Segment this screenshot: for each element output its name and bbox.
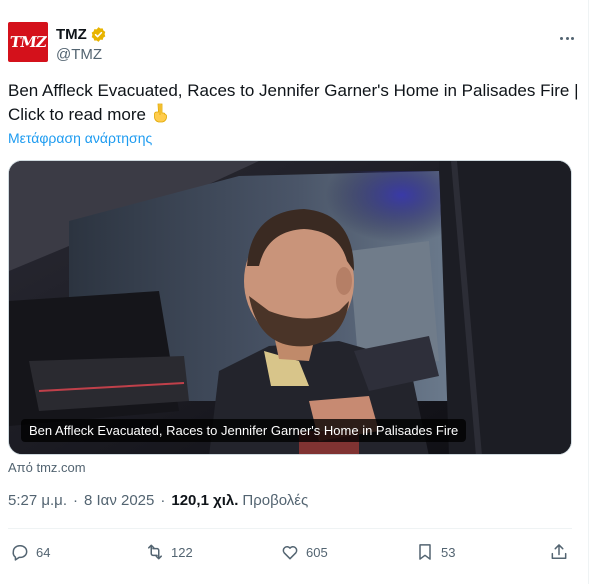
user-handle[interactable]: @TMZ — [56, 46, 107, 63]
tweet-header: TMZ TMZ @TMZ — [8, 22, 578, 68]
tweet-time[interactable]: 5:27 μ.μ. — [8, 492, 67, 509]
views-label: Προβολές — [242, 492, 309, 509]
meta-separator: · — [160, 492, 166, 509]
photo-image — [9, 161, 571, 454]
reply-icon — [12, 545, 28, 561]
like-button[interactable]: 605 — [280, 538, 328, 566]
translate-link[interactable]: Μετάφραση ανάρτησης — [8, 130, 152, 146]
heart-icon — [282, 546, 298, 560]
tweet-date[interactable]: 8 Ιαν 2025 — [84, 492, 154, 509]
column-border — [588, 0, 589, 584]
tmz-logo: TMZ — [8, 33, 48, 51]
repost-count: 122 — [171, 544, 193, 560]
share-button[interactable] — [549, 538, 569, 566]
link-source[interactable]: Από tmz.com — [8, 460, 86, 475]
display-name[interactable]: TMZ — [56, 26, 87, 43]
action-bar: 64 122 605 53 — [8, 538, 572, 566]
more-options-icon[interactable] — [556, 28, 578, 48]
verified-badge-icon[interactable] — [90, 26, 107, 43]
pointing-down-emoji-icon — [152, 103, 170, 130]
reply-count: 64 — [36, 544, 51, 560]
bookmark-count: 53 — [441, 544, 456, 560]
meta-separator: · — [72, 492, 78, 509]
like-count: 605 — [306, 544, 328, 560]
tweet-meta: 5:27 μ.μ. · 8 Ιαν 2025 · 120,1 χιλ. Προβ… — [8, 492, 308, 509]
view-count: 120,1 χιλ. — [171, 492, 239, 509]
divider — [8, 528, 572, 529]
tweet-body: Ben Affleck Evacuated, Races to Jennifer… — [8, 81, 579, 124]
bookmark-button[interactable]: 53 — [415, 538, 455, 566]
media-caption: Ben Affleck Evacuated, Races to Jennifer… — [21, 419, 467, 442]
share-icon — [551, 544, 567, 559]
bookmark-icon — [419, 544, 431, 560]
repost-button[interactable]: 122 — [145, 538, 193, 566]
user-info: TMZ @TMZ — [56, 24, 107, 63]
reply-button[interactable]: 64 — [10, 538, 50, 566]
repost-icon — [148, 544, 162, 560]
media-card[interactable]: Ben Affleck Evacuated, Races to Jennifer… — [8, 160, 572, 455]
avatar[interactable]: TMZ — [8, 22, 48, 62]
tweet-text: Ben Affleck Evacuated, Races to Jennifer… — [8, 79, 580, 130]
